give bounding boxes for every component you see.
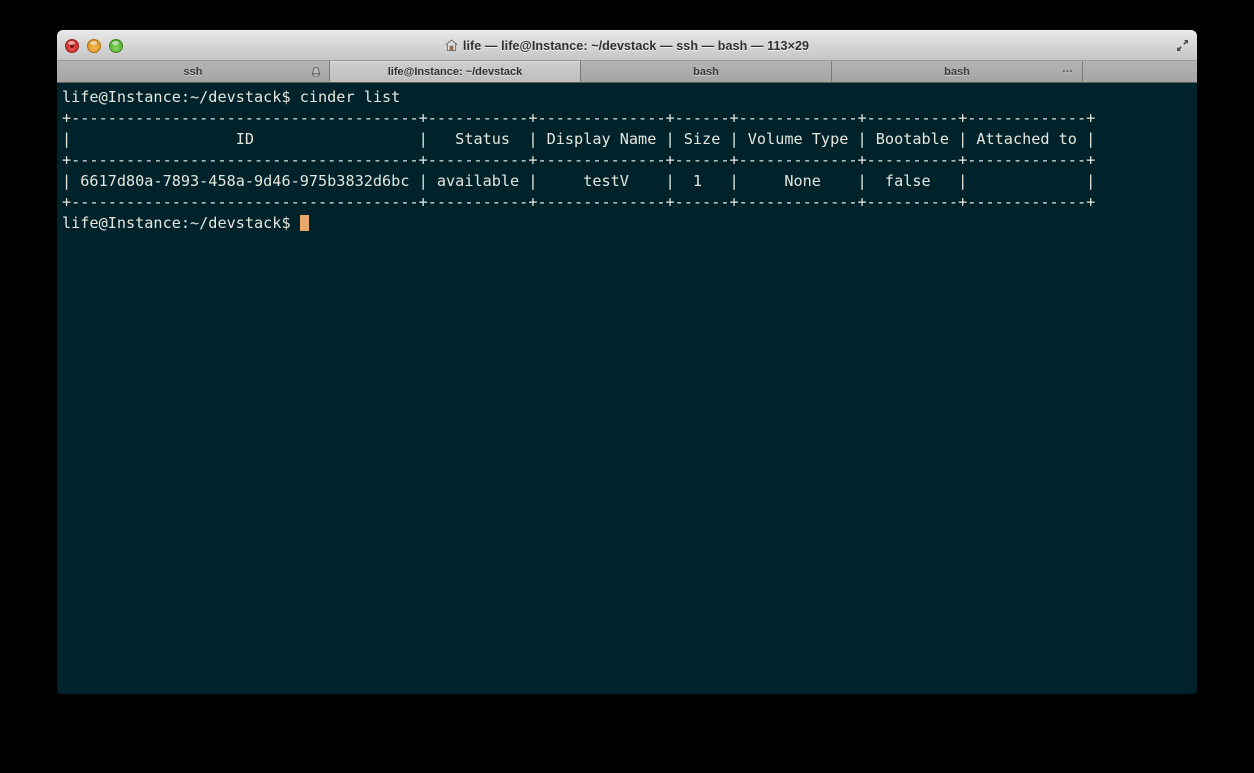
terminal-screen[interactable]: life@Instance:~/devstack$ cinder list +-… <box>57 83 1197 694</box>
window-title-label: life — life@Instance: ~/devstack — ssh —… <box>462 38 810 53</box>
close-button[interactable] <box>65 38 79 53</box>
tab-bar: ssh life@Instance: ~/devstack bash bash … <box>57 61 1197 83</box>
ellipsis-icon[interactable]: ⋯ <box>1062 66 1074 77</box>
tab-bar-spacer <box>1083 61 1197 82</box>
zoom-button[interactable] <box>109 38 123 53</box>
window-titlebar[interactable]: life — life@Instance: ~/devstack — ssh —… <box>57 30 1197 61</box>
tab-label: bash <box>944 65 970 78</box>
tab-label: bash <box>693 65 719 78</box>
tab-bash-2[interactable]: bash ⋯ <box>832 61 1083 82</box>
tab-label: life@Instance: ~/devstack <box>387 65 523 78</box>
terminal-cursor <box>299 215 309 231</box>
minimize-button[interactable] <box>87 38 101 53</box>
tab-life-devstack[interactable]: life@Instance: ~/devstack <box>330 61 581 82</box>
tab-label: ssh <box>183 65 203 78</box>
fullscreen-button[interactable] <box>1171 34 1193 56</box>
home-icon <box>445 39 458 52</box>
terminal-output: life@Instance:~/devstack$ cinder list +-… <box>62 88 1096 232</box>
tab-bash-1[interactable]: bash <box>581 61 832 82</box>
bell-icon <box>310 66 322 78</box>
window-controls <box>65 38 123 53</box>
terminal-window: life — life@Instance: ~/devstack — ssh —… <box>57 30 1197 694</box>
tab-ssh[interactable]: ssh <box>57 61 330 82</box>
window-title: life — life@Instance: ~/devstack — ssh —… <box>445 39 809 53</box>
